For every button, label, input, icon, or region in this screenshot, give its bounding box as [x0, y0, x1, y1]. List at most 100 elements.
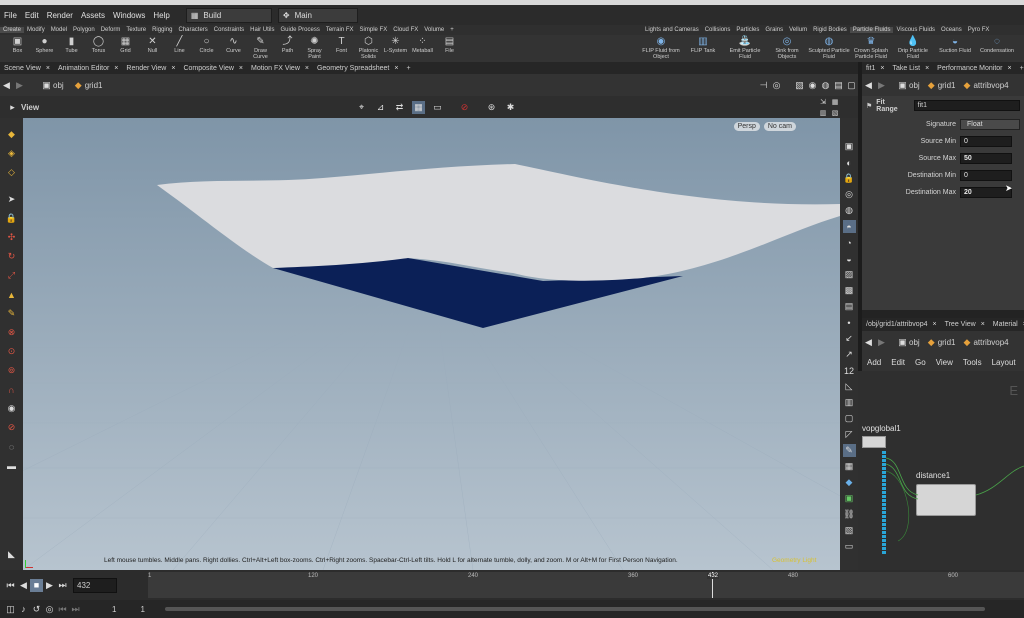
params-tab-performance-monitor[interactable]: Performance Monitor ×: [933, 65, 1015, 72]
shelf-tab-model[interactable]: Model: [48, 27, 70, 33]
view-toggle-b-icon[interactable]: ▦: [830, 98, 840, 106]
guide-icon[interactable]: ◸: [843, 428, 856, 441]
params-tab-take-list[interactable]: Take List ×: [888, 65, 933, 72]
params-path-obj[interactable]: obj: [909, 81, 920, 90]
group-icon[interactable]: ▣: [843, 492, 856, 505]
range-start-field[interactable]: 1: [112, 605, 116, 614]
move-tool-icon[interactable]: ✣: [5, 231, 18, 244]
shelf-tab-grains[interactable]: Grains: [762, 27, 786, 33]
shelf-tab-terrain-fx[interactable]: Terrain FX: [323, 27, 357, 33]
realtime-icon[interactable]: ◎: [43, 603, 56, 616]
view-tool-icon[interactable]: ◉: [5, 402, 18, 415]
network-menu-add[interactable]: Add: [862, 358, 886, 367]
shelf-tool-metaball[interactable]: ⁘ Metaball: [409, 35, 436, 61]
timeline-cursor[interactable]: 432: [707, 572, 726, 598]
shelf-tab-create[interactable]: Create: [0, 27, 25, 33]
edge-select-icon[interactable]: ◇: [5, 166, 18, 179]
network-back-icon[interactable]: ◀: [862, 336, 875, 349]
path-obj[interactable]: obj: [53, 81, 64, 90]
param-dest-min-field[interactable]: 0: [960, 170, 1012, 181]
shelf-tool-flip-fluid-from-object[interactable]: ◉ FLIP Fluid from Object: [640, 35, 682, 61]
shelf-tool-crown-splash-particle-fluid[interactable]: ♛ Crown Splash Particle Fluid: [850, 35, 892, 61]
close-tab-icon[interactable]: ×: [305, 65, 309, 72]
network-menu-tools[interactable]: Tools: [958, 358, 987, 367]
shelf-tool-path[interactable]: ⤴ Path: [274, 35, 301, 61]
params-tab-fit1[interactable]: fit1 ×: [862, 65, 888, 72]
shelf-tab-viscous-fluids[interactable]: Viscous Fluids: [893, 27, 938, 33]
shelf-tool-curve[interactable]: ∿ Curve: [220, 35, 247, 61]
last-frame-icon[interactable]: ⏭: [56, 579, 69, 592]
shelf-tool-emit-particle-fluid[interactable]: ⛲ Emit Particle Fluid: [724, 35, 766, 61]
shelf-tab-characters[interactable]: Characters: [175, 27, 210, 33]
shelf-tool-grid[interactable]: ▦ Grid: [112, 35, 139, 61]
close-tab-icon[interactable]: ×: [880, 65, 884, 72]
settings-icon[interactable]: ✱: [504, 101, 517, 114]
visibility-icon[interactable]: ◎: [843, 188, 856, 201]
shelf-tool-draw-curve[interactable]: ✎ Draw Curve: [247, 35, 274, 61]
close-tab-icon[interactable]: ×: [239, 65, 243, 72]
shelf-tool-sculpted-particle-fluid[interactable]: ◍ Sculpted Particle Fluid: [808, 35, 850, 61]
close-tab-icon[interactable]: ×: [925, 65, 929, 72]
snapshot-icon[interactable]: ▤: [832, 79, 845, 92]
close-tab-icon[interactable]: ×: [1008, 65, 1012, 72]
network-editor[interactable]: vopglobal1 distance1 E: [858, 371, 1024, 570]
add-tab-icon[interactable]: +: [1016, 65, 1024, 72]
select-mode-icon[interactable]: ◆: [5, 128, 18, 141]
number-display-icon[interactable]: 12: [843, 364, 856, 377]
shelf-tab-particles[interactable]: Particles: [733, 27, 762, 33]
param-signature-dropdown[interactable]: Float: [960, 119, 1020, 130]
pose-tool-icon[interactable]: ✎: [5, 307, 18, 320]
range-start-icon[interactable]: ⏮: [56, 603, 69, 616]
shelf-tab-oceans[interactable]: Oceans: [938, 27, 965, 33]
close-tab-icon[interactable]: ×: [46, 65, 50, 72]
audio-icon[interactable]: ♪: [17, 603, 30, 616]
snap-multi-icon[interactable]: ▦: [412, 100, 425, 114]
vector-display-icon[interactable]: ↗: [843, 348, 856, 361]
play-icon[interactable]: ▶: [43, 579, 56, 592]
step-back-icon[interactable]: ◀: [17, 579, 30, 592]
snap-prim-icon[interactable]: ⊿: [374, 101, 387, 114]
camera-view-icon[interactable]: ⊛: [485, 101, 498, 114]
flipbook-icon[interactable]: ◌: [5, 440, 18, 453]
shelf-tool-condensation[interactable]: ◌ Condensation: [976, 35, 1018, 61]
display-a-icon[interactable]: ▣: [843, 140, 856, 153]
shelf-tab-lights-and-cameras[interactable]: Lights and Cameras: [642, 27, 702, 33]
scale-tool-icon[interactable]: ⤢: [5, 269, 18, 282]
pin-icon[interactable]: ⊣: [757, 79, 770, 92]
path-grid1[interactable]: grid1: [85, 81, 103, 90]
close-tab-icon[interactable]: ×: [114, 65, 118, 72]
back-arrow-icon[interactable]: ◀: [0, 79, 13, 92]
menu-edit[interactable]: Edit: [21, 11, 43, 20]
forward-arrow-icon[interactable]: ▶: [13, 79, 26, 92]
pen-icon[interactable]: ✎: [842, 444, 856, 457]
bbox-icon[interactable]: ▢: [843, 412, 856, 425]
shelf-tool-circle[interactable]: ○ Circle: [193, 35, 220, 61]
node-name-field[interactable]: fit1: [913, 100, 1020, 111]
pane-splitter[interactable]: [862, 310, 1024, 318]
view-toggle-d-icon[interactable]: ▧: [830, 109, 840, 117]
persp-button[interactable]: Persp: [733, 122, 760, 131]
light-icon[interactable]: ◓: [842, 220, 856, 233]
first-frame-icon[interactable]: ⏮: [4, 579, 17, 592]
scene-tab-scene-view[interactable]: Scene View ×: [0, 65, 54, 72]
network-tab-tree-view[interactable]: Tree View ×: [941, 321, 989, 328]
close-tab-icon[interactable]: ×: [394, 65, 398, 72]
params-path-grid1[interactable]: grid1: [938, 81, 956, 90]
network-menu-edit[interactable]: Edit: [886, 358, 910, 367]
shelf-tab-deform[interactable]: Deform: [98, 27, 124, 33]
shelf-tab-hair-utils[interactable]: Hair Utils: [247, 27, 277, 33]
display-b-icon[interactable]: ◐: [843, 156, 856, 169]
render-icon[interactable]: ◉: [806, 79, 819, 92]
pane-menu-icon[interactable]: ◣: [5, 548, 18, 561]
shelf-tab-rigging[interactable]: Rigging: [149, 27, 175, 33]
stop-icon[interactable]: ■: [30, 578, 43, 592]
params-back-icon[interactable]: ◀: [862, 79, 875, 92]
scene-tab-motion-fx-view[interactable]: Motion FX View ×: [247, 65, 313, 72]
rotate-tool-icon[interactable]: ↻: [5, 250, 18, 263]
texture-icon[interactable]: ▤: [843, 300, 856, 313]
point-display-icon[interactable]: •: [843, 316, 856, 329]
shelf-tool-null[interactable]: ✕ Null: [139, 35, 166, 61]
lock-icon[interactable]: 🔒: [5, 212, 18, 225]
range-slider[interactable]: [164, 607, 985, 611]
range-end-icon[interactable]: ⏭: [69, 603, 82, 616]
